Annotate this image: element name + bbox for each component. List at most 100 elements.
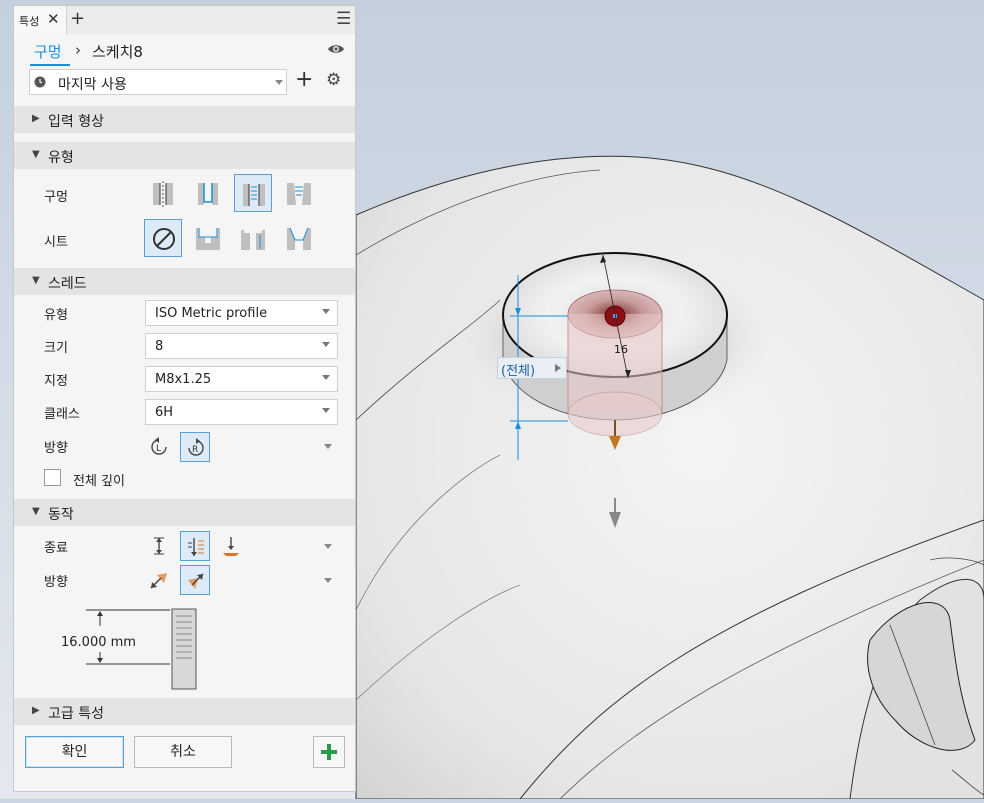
countersink-icon	[287, 227, 311, 250]
preset-value: 마지막 사용	[58, 77, 127, 93]
left-hand-button[interactable]: L	[144, 432, 174, 462]
taper-tapped-hole-button[interactable]	[280, 174, 318, 212]
thread-class-value: 6H	[155, 405, 174, 420]
behavior-direction-label: 방향	[44, 575, 68, 590]
taper-tapped-hole-icon	[287, 183, 311, 205]
chevron-down-icon	[275, 80, 283, 85]
collapse-icon: ▼	[32, 149, 40, 160]
right-hand-icon: R	[188, 438, 204, 456]
termination-label: 종료	[44, 541, 68, 556]
thread-class-label: 클래스	[44, 407, 80, 422]
default-direction-icon	[188, 573, 204, 589]
section-advanced[interactable]: ▶ 고급 특성	[14, 698, 355, 725]
preset-dropdown[interactable]: 마지막 사용	[29, 69, 287, 95]
breadcrumb-root[interactable]: 구멍	[34, 41, 62, 62]
menu-icon[interactable]: ☰	[336, 9, 351, 29]
close-icon[interactable]: ✕	[47, 10, 60, 28]
chevron-down-icon[interactable]	[324, 544, 332, 549]
tab-title: 특성	[19, 15, 40, 28]
thread-type-dropdown[interactable]: ISO Metric profile	[145, 300, 338, 326]
play-icon	[555, 364, 561, 372]
simple-hole-icon	[153, 181, 173, 207]
section-input-label: 입력 형상	[48, 114, 104, 130]
collapse-icon: ▼	[32, 506, 40, 517]
seat-type-label: 시트	[44, 235, 68, 250]
add-feature-button[interactable]	[313, 736, 345, 768]
full-depth-checkbox[interactable]	[44, 469, 61, 486]
thread-size-value: 8	[155, 339, 164, 354]
tapped-hole-button[interactable]	[234, 174, 272, 212]
section-behavior-label: 동작	[48, 507, 74, 523]
thread-size-label: 크기	[44, 341, 68, 356]
clock-icon	[34, 76, 46, 88]
distance-icon	[154, 537, 164, 555]
thread-type-value: ISO Metric profile	[155, 306, 268, 321]
section-advanced-label: 고급 특성	[48, 706, 104, 722]
expand-icon: ▶	[32, 705, 40, 716]
eye-icon[interactable]	[327, 43, 345, 55]
chevron-right-icon: ›	[75, 41, 81, 59]
ok-button[interactable]: 확인	[25, 736, 124, 768]
add-tab-icon[interactable]: +	[70, 8, 85, 29]
section-thread-label: 스레드	[48, 276, 87, 292]
counterbore-button[interactable]	[189, 219, 227, 257]
chevron-down-icon	[322, 309, 330, 314]
clearance-hole-icon	[198, 183, 218, 205]
clearance-hole-button[interactable]	[189, 174, 227, 212]
collapse-icon: ▼	[32, 275, 40, 286]
countersink-button[interactable]	[280, 219, 318, 257]
breadcrumb-underline	[30, 64, 70, 66]
left-hand-icon: L	[151, 437, 167, 455]
thread-designation-label: 지정	[44, 374, 68, 389]
spotface-icon	[241, 230, 265, 250]
chevron-down-icon	[322, 375, 330, 380]
counterbore-icon	[196, 228, 220, 250]
thread-size-dropdown[interactable]: 8	[145, 333, 338, 359]
section-type[interactable]: ▼ 유형	[14, 142, 355, 169]
panel-tab-bar: 특성 ✕ + ☰	[14, 6, 355, 34]
tapped-hole-icon	[243, 184, 265, 206]
section-type-label: 유형	[48, 150, 74, 166]
simple-hole-button[interactable]	[144, 174, 182, 212]
gear-icon[interactable]: ⚙	[326, 70, 341, 90]
cancel-button[interactable]: 취소	[134, 736, 232, 768]
extent-dropdown[interactable]: (전체)	[497, 357, 567, 379]
add-preset-icon[interactable]: +	[295, 67, 313, 92]
through-all-icon	[188, 538, 204, 556]
chevron-down-icon[interactable]	[324, 578, 332, 583]
section-behavior[interactable]: ▼ 동작	[14, 499, 355, 526]
none-icon	[153, 228, 175, 250]
spotface-button[interactable]	[234, 219, 272, 257]
chevron-down-icon	[322, 408, 330, 413]
thread-direction-label: 방향	[44, 441, 68, 456]
chevron-down-icon[interactable]	[324, 444, 332, 449]
flip-direction-button[interactable]	[144, 565, 174, 595]
plus-icon	[321, 744, 337, 760]
thread-designation-value: M8x1.25	[155, 372, 212, 387]
thread-class-dropdown[interactable]: 6H	[145, 399, 338, 425]
flip-direction-icon	[150, 573, 167, 589]
properties-panel: 특성 ✕ + ☰ 구멍 › 스케치8 마지막 사용 + ⚙ ▶ 입력 형상 ▼ …	[13, 5, 356, 792]
expand-icon: ▶	[32, 113, 40, 124]
through-all-button[interactable]	[180, 531, 210, 561]
depth-value[interactable]: 16.000 mm	[61, 635, 136, 650]
distance-button[interactable]	[144, 531, 174, 561]
no-seat-button[interactable]	[144, 219, 182, 257]
thread-designation-dropdown[interactable]: M8x1.25	[145, 366, 338, 392]
right-hand-button[interactable]: R	[180, 432, 210, 462]
section-input-geometry[interactable]: ▶ 입력 형상	[14, 106, 355, 133]
tab-properties[interactable]: 특성 ✕	[14, 6, 67, 34]
breadcrumb-current: 스케치8	[92, 43, 143, 61]
full-depth-label: 전체 깊이	[73, 474, 125, 489]
svg-text:L: L	[156, 444, 161, 454]
to-face-icon	[223, 537, 239, 556]
hole-type-label: 구멍	[44, 190, 68, 205]
to-face-button[interactable]	[216, 531, 246, 561]
default-direction-button[interactable]	[180, 565, 210, 595]
thread-type-label: 유형	[44, 308, 68, 323]
extent-dropdown-label: (전체)	[501, 364, 536, 379]
chevron-down-icon	[322, 342, 330, 347]
dimension-label: 16	[614, 343, 628, 356]
svg-text:R: R	[192, 445, 198, 455]
section-thread[interactable]: ▼ 스레드	[14, 268, 355, 295]
